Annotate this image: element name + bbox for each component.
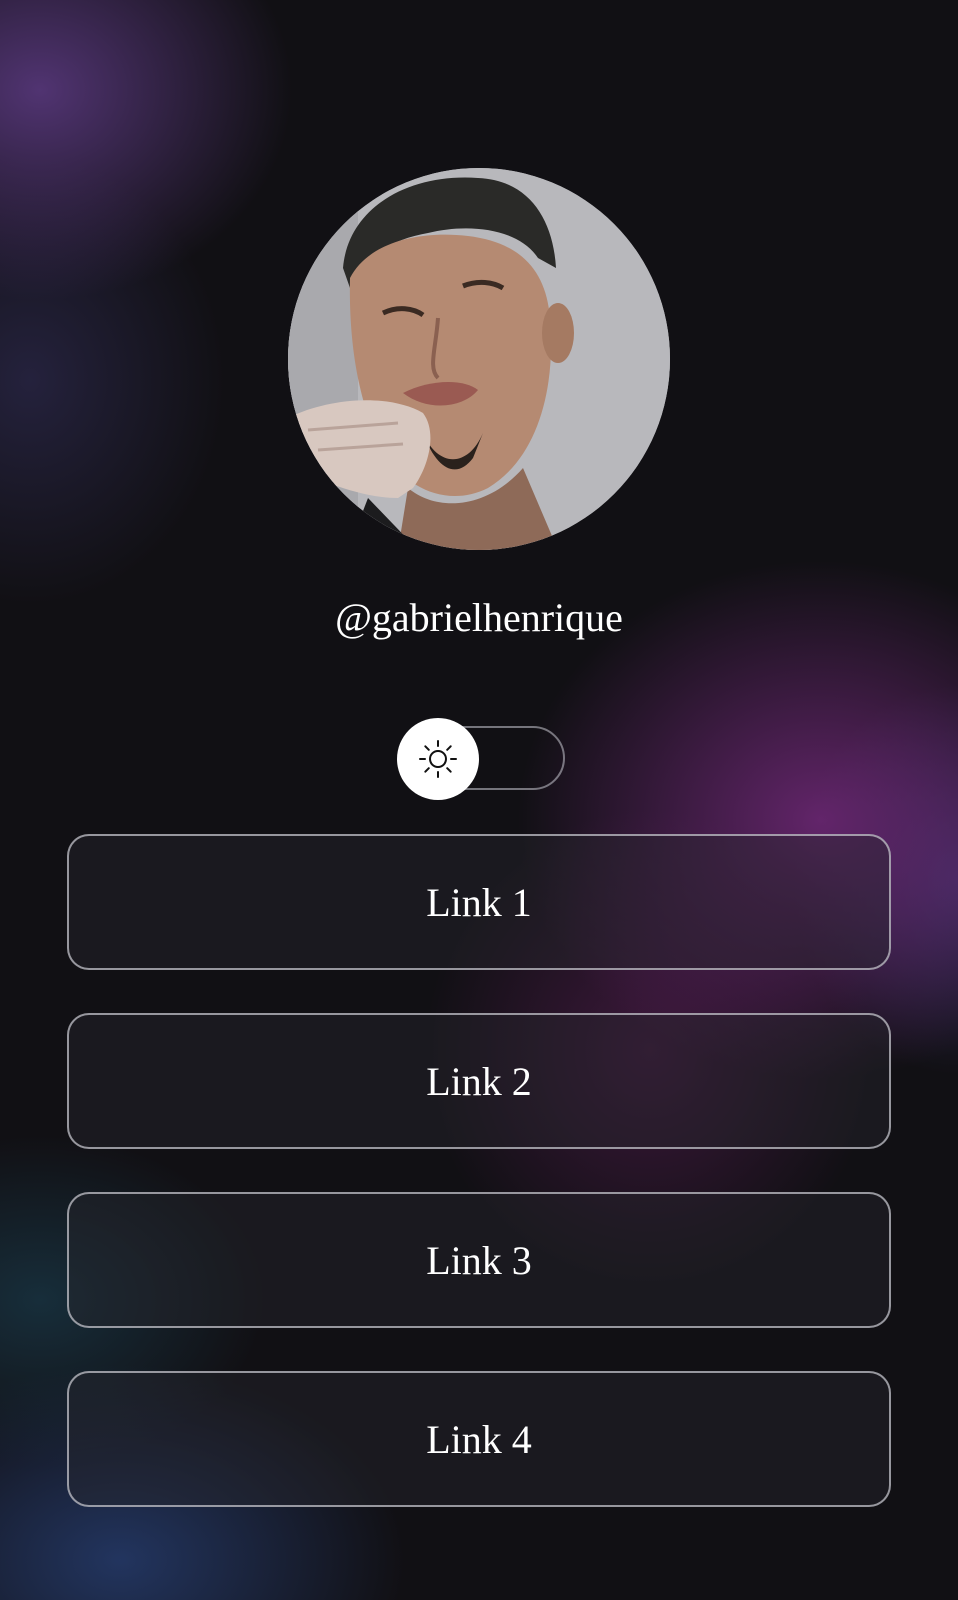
- username: @gabrielhenrique: [335, 595, 623, 640]
- link-button-1[interactable]: Link 1: [67, 834, 891, 970]
- link-button-3[interactable]: Link 3: [67, 1192, 891, 1328]
- avatar: [288, 168, 670, 550]
- profile-page: @gabrielhenrique Link 1 Link 2 Link 3 Li…: [0, 0, 958, 1600]
- link-button-2[interactable]: Link 2: [67, 1013, 891, 1149]
- link-button-4[interactable]: Link 4: [67, 1371, 891, 1507]
- avatar-photo: [288, 168, 670, 550]
- sun-icon: [419, 740, 457, 778]
- theme-toggle-knob[interactable]: [397, 718, 479, 800]
